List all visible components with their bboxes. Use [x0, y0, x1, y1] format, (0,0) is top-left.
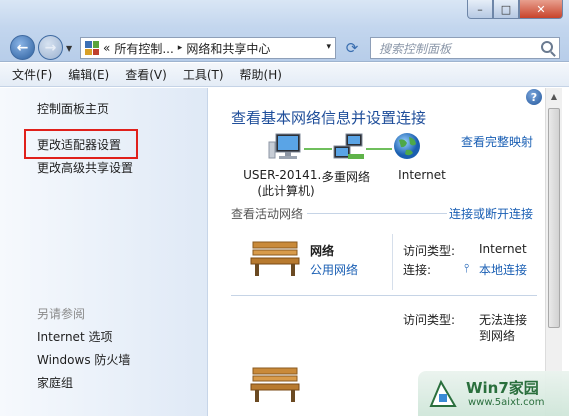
help-icon[interactable]: ? [526, 89, 542, 105]
close-button[interactable]: ✕ [519, 0, 563, 19]
watermark-url: www.5aixt.com [468, 397, 545, 408]
window-controls: – □ ✕ [467, 0, 563, 19]
scroll-thumb[interactable] [548, 108, 560, 328]
globe-icon [394, 133, 420, 159]
network-divider [392, 234, 393, 290]
page-title: 查看基本网络信息并设置连接 [231, 109, 427, 127]
bench-network-icon [250, 241, 300, 276]
connection-label: 连接: [403, 263, 432, 277]
sidebar-link-control-panel-home[interactable]: 控制面板主页 [37, 100, 109, 117]
sidebar-link-change-advanced-sharing[interactable]: 更改高级共享设置 [37, 159, 133, 176]
red-highlight-box [24, 129, 138, 159]
network-separator [231, 295, 537, 296]
arrow-right-icon: → [44, 39, 57, 56]
breadcrumb-separator[interactable]: ▸ [178, 43, 183, 53]
sidebar-link-homegroup[interactable]: 家庭组 [37, 374, 73, 391]
search-placeholder: 搜索控制面板 [379, 41, 452, 56]
recent-pages-dropdown[interactable]: ▼ [66, 44, 72, 53]
multiple-networks-icon [333, 133, 364, 159]
connection-line-network-internet [366, 148, 392, 150]
back-button[interactable]: ← [10, 35, 35, 60]
arrow-left-icon: ← [16, 39, 29, 56]
menu-help[interactable]: 帮助(H) [240, 66, 282, 83]
ethernet-icon: ⫯ [464, 261, 470, 275]
menu-edit[interactable]: 编辑(E) [68, 66, 109, 83]
section-divider [307, 213, 447, 214]
breadcrumb-network-sharing-center[interactable]: 网络和共享中心 [186, 40, 270, 57]
address-dropdown[interactable]: ▾ [326, 42, 331, 52]
connection-line-computer-network [304, 148, 332, 150]
network-name: 网络 [310, 244, 335, 258]
connect-disconnect-link[interactable]: 连接或断开连接 [449, 205, 533, 222]
address-bar[interactable]: « 所有控制... ▸ 网络和共享中心 ▾ [80, 37, 336, 59]
menu-view[interactable]: 查看(V) [125, 66, 167, 83]
scroll-up-arrow-icon[interactable]: ▲ [546, 88, 562, 104]
access-type-value-2-line2: 到网络 [479, 329, 516, 343]
maximize-button[interactable]: □ [493, 0, 519, 19]
win7-logo-icon [429, 379, 457, 407]
internet-label: Internet [398, 168, 446, 182]
multiple-networks-label: 多重网络 [321, 170, 370, 184]
access-type-label: 访问类型: [403, 244, 456, 258]
refresh-icon: ⟳ [345, 39, 359, 57]
active-networks-heading: 查看活动网络 [231, 207, 304, 221]
computer-icon [268, 133, 301, 159]
public-network-link[interactable]: 公用网络 [310, 261, 358, 278]
minimize-button[interactable]: – [467, 0, 493, 19]
address-prefix[interactable]: « [103, 41, 110, 55]
search-icon[interactable] [541, 41, 553, 53]
breadcrumb-all-control-panel[interactable]: 所有控制... [114, 40, 173, 57]
watermark-title: Win7家园 [466, 379, 539, 397]
menu-bar: 文件(F) 编辑(E) 查看(V) 工具(T) 帮助(H) [0, 63, 569, 87]
local-connection-link[interactable]: 本地连接 [479, 261, 527, 278]
menu-file[interactable]: 文件(F) [12, 66, 52, 83]
forward-button[interactable]: → [38, 35, 63, 60]
access-type-value-2-line1: 无法连接 [479, 313, 528, 327]
sidebar-link-windows-firewall[interactable]: Windows 防火墙 [37, 351, 130, 368]
view-full-map-link[interactable]: 查看完整映射 [461, 133, 533, 150]
vertical-scrollbar[interactable]: ▲ [545, 88, 562, 416]
menu-tools[interactable]: 工具(T) [183, 66, 224, 83]
access-type-value: Internet [479, 242, 527, 256]
control-panel-icon [85, 41, 99, 55]
refresh-button[interactable]: ⟳ [340, 38, 364, 58]
sidebar-link-internet-options[interactable]: Internet 选项 [37, 328, 112, 345]
access-type-label-2: 访问类型: [403, 313, 456, 327]
search-input[interactable]: 搜索控制面板 [370, 37, 560, 59]
see-also-heading: 另请参阅 [37, 307, 86, 321]
bench-network-icon-2 [250, 367, 300, 402]
